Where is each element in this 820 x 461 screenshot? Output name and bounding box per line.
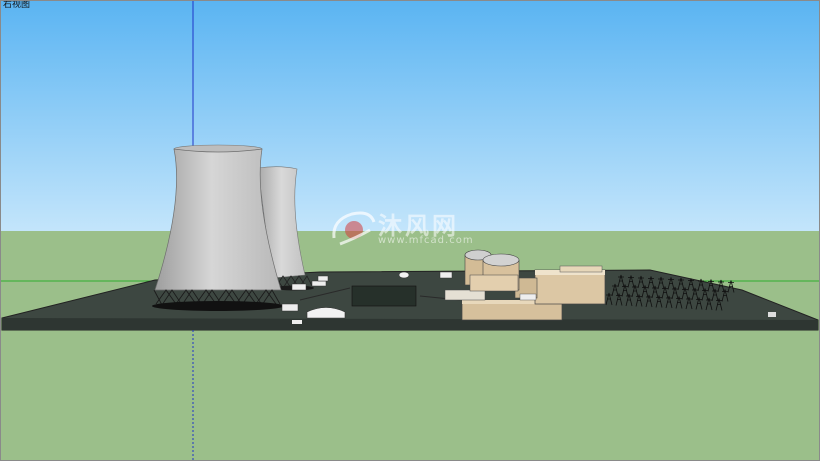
sky <box>0 0 820 231</box>
site-pond <box>351 285 417 307</box>
3d-viewport[interactable]: 右视图 沐风网 www.mfcad.com <box>0 0 820 461</box>
watermark-url: www.mfcad.com <box>378 235 474 246</box>
view-name-label: 右视图 <box>3 0 31 10</box>
site-pad-edge <box>2 318 818 330</box>
ground-plane <box>0 231 820 461</box>
mf-logo-icon <box>332 211 376 246</box>
